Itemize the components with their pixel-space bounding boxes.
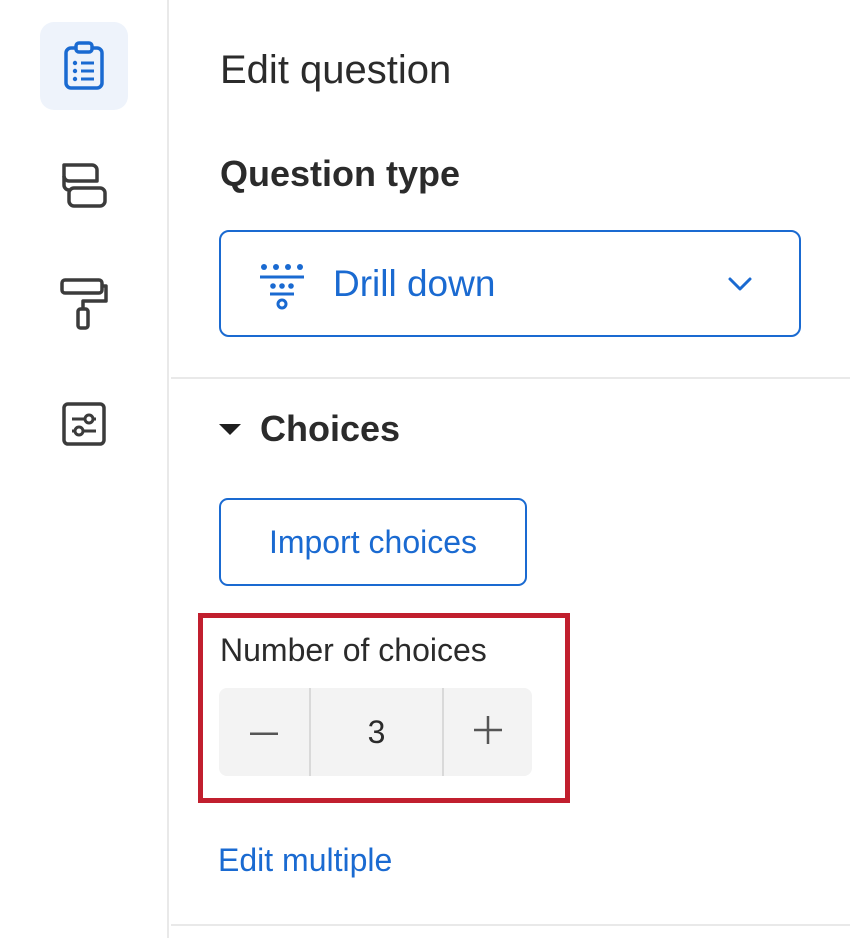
edit-multiple-link[interactable]: Edit multiple [218, 842, 392, 879]
question-type-value: Drill down [333, 263, 496, 304]
number-of-choices-stepper: 3 [219, 688, 532, 776]
rail-look-and-feel-button[interactable] [40, 260, 128, 348]
sliders-settings-icon [60, 400, 108, 448]
caret-down-icon [219, 423, 241, 435]
minus-icon [250, 723, 278, 741]
layout-blocks-icon [58, 161, 110, 211]
clipboard-list-icon [62, 41, 106, 91]
paint-roller-icon [58, 276, 110, 332]
plus-icon [474, 715, 502, 749]
section-divider-bottom [171, 924, 850, 926]
icon-rail [0, 0, 169, 938]
section-divider [171, 377, 850, 379]
question-type-label: Question type [220, 153, 461, 194]
rail-survey-options-button[interactable] [40, 380, 128, 468]
rail-survey-flow-button[interactable] [40, 142, 128, 230]
increment-button[interactable] [444, 688, 532, 776]
panel-title: Edit question [220, 48, 452, 92]
number-of-choices-label: Number of choices [220, 632, 487, 668]
chevron-down-icon [727, 276, 753, 297]
choices-section-toggle[interactable]: Choices [219, 408, 400, 450]
drill-down-icon [257, 262, 309, 315]
choices-section-label: Choices [260, 408, 401, 449]
decrement-button[interactable] [219, 688, 309, 776]
rail-edit-question-button[interactable] [40, 22, 128, 110]
question-type-dropdown[interactable]: Drill down [219, 230, 801, 337]
import-choices-button[interactable]: Import choices [219, 498, 527, 586]
number-of-choices-value[interactable]: 3 [311, 688, 442, 776]
edit-question-panel: Edit question Question type Drill down C… [171, 0, 850, 938]
